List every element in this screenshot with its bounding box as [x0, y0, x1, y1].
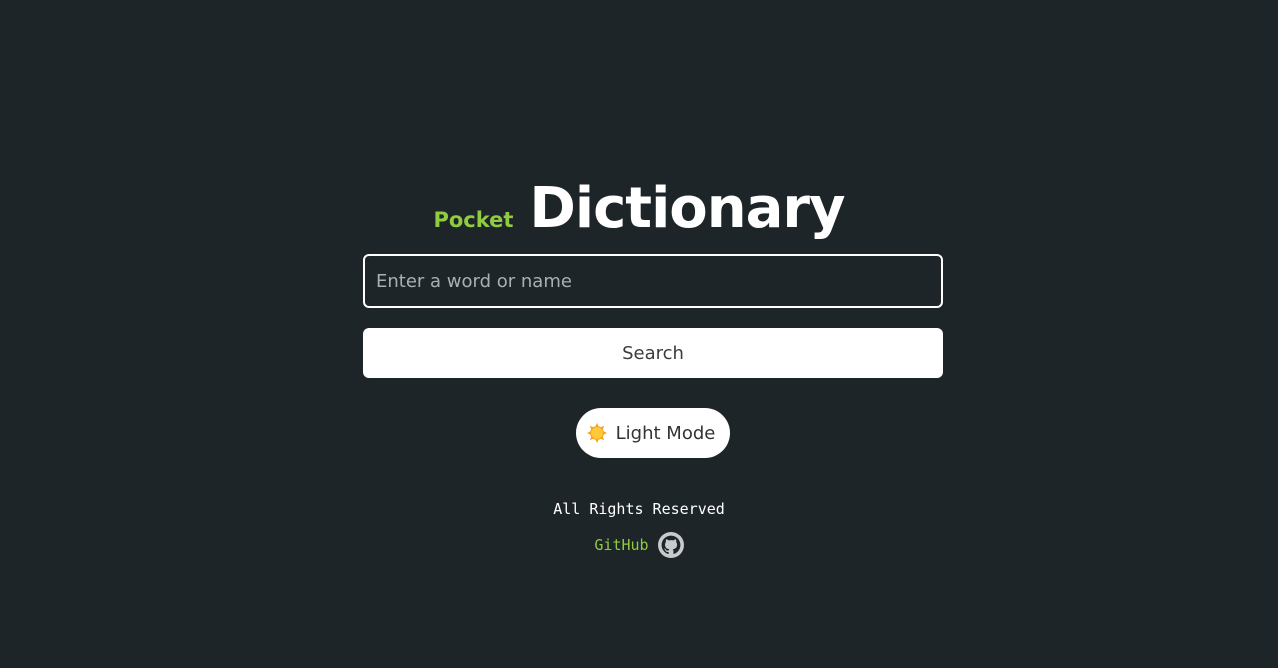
- light-mode-button[interactable]: Light Mode: [576, 408, 730, 458]
- all-rights-reserved: All Rights Reserved: [553, 500, 725, 518]
- title-pocket: Pocket: [433, 208, 514, 232]
- github-row: GitHub: [0, 532, 1278, 558]
- sun-icon: [586, 423, 607, 443]
- app-title: Pocket Dictionary: [0, 176, 1278, 241]
- github-icon[interactable]: [657, 532, 684, 558]
- github-link[interactable]: GitHub: [594, 536, 648, 554]
- title-dictionary: Dictionary: [529, 176, 845, 241]
- search-input[interactable]: [363, 254, 943, 308]
- light-mode-label: Light Mode: [615, 422, 716, 444]
- page: Pocket Dictionary Search Light Mode All R…: [0, 0, 1278, 668]
- search-button[interactable]: Search: [363, 328, 943, 378]
